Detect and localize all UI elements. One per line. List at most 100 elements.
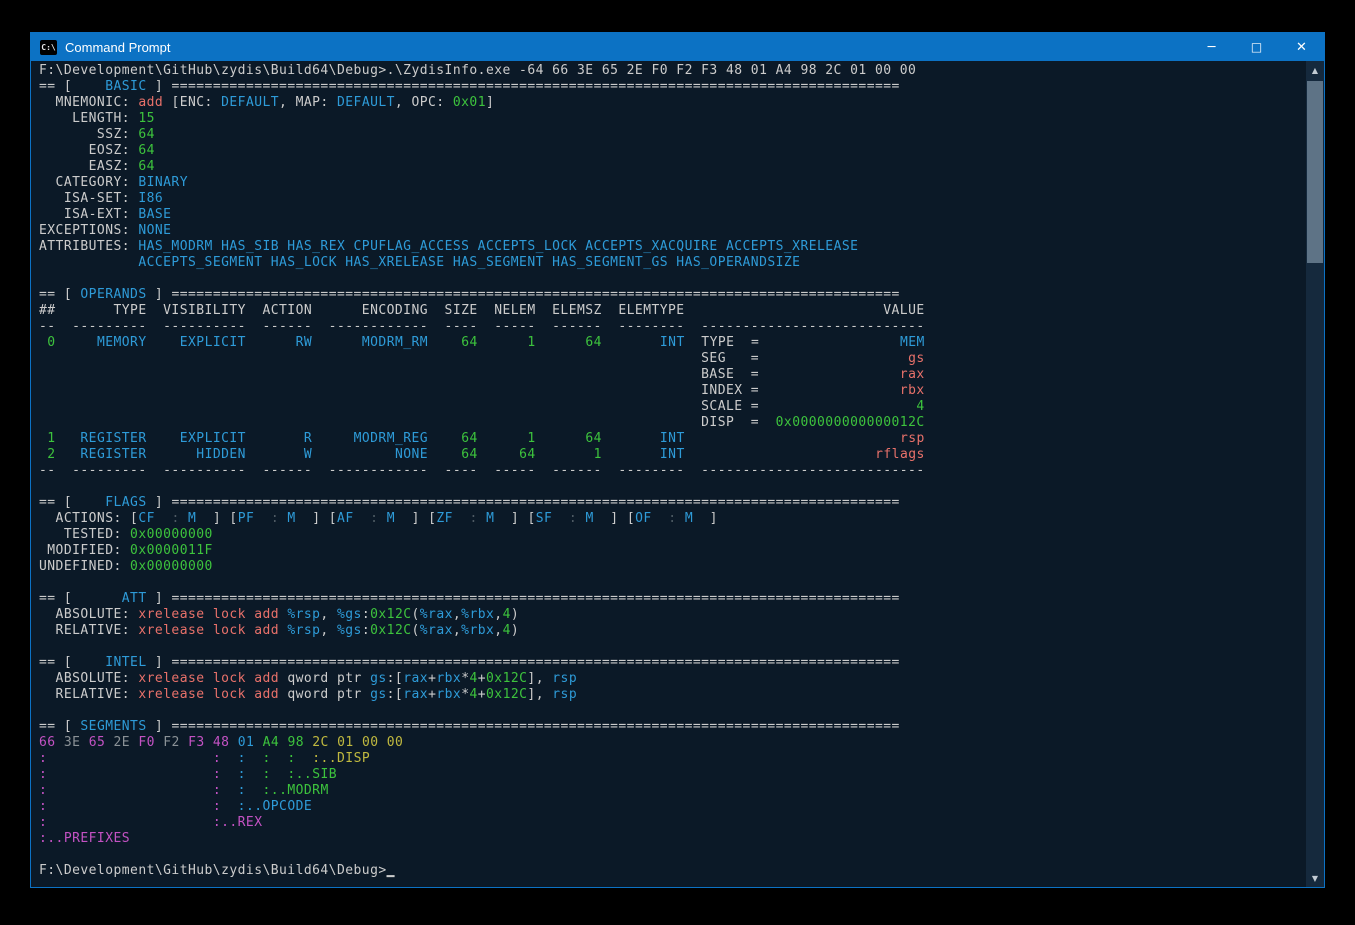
text-segment: M <box>287 511 295 526</box>
text-segment: == [ <box>39 655 80 670</box>
text-segment: BINARY <box>138 175 188 190</box>
text-segment: --------------------------- <box>701 463 924 478</box>
text-segment <box>47 767 213 782</box>
text-segment: rax <box>403 671 428 686</box>
text-segment: 1 <box>552 447 602 462</box>
text-segment: ] <box>147 287 172 302</box>
text-segment <box>254 511 271 526</box>
text-segment: DEFAULT <box>337 95 395 110</box>
text-segment: : <box>171 511 179 526</box>
text-segment: , <box>494 607 502 622</box>
text-segment: ZF <box>436 511 453 526</box>
console-client-area: F:\Development\GitHub\zydis\Build64\Debu… <box>31 61 1324 887</box>
text-segment: 48 <box>213 735 238 750</box>
text-segment: : <box>569 511 577 526</box>
console-line: ISA-SET: I86 <box>39 191 1306 207</box>
text-segment: [ <box>229 511 237 526</box>
text-segment <box>478 431 495 446</box>
text-segment: NONE <box>329 447 428 462</box>
text-segment: -- --------- ---------- ------ ---------… <box>39 463 701 478</box>
console-line: F:\Development\GitHub\zydis\Build64\Debu… <box>39 63 1306 79</box>
console-line: MODIFIED: 0x0000011F <box>39 543 1306 559</box>
text-segment: ) <box>511 607 519 622</box>
text-segment: INDEX = <box>701 383 759 398</box>
scroll-down-arrow-icon[interactable]: ▼ <box>1306 869 1324 887</box>
text-segment: ], <box>527 687 552 702</box>
console-output[interactable]: F:\Development\GitHub\zydis\Build64\Debu… <box>31 61 1306 887</box>
text-segment <box>759 351 908 366</box>
console-line: 2 REGISTER HIDDEN W NONE 64 64 1 INT rfl… <box>39 447 1306 463</box>
console-line: :..PREFIXES <box>39 831 1306 847</box>
text-segment: rax <box>900 367 925 382</box>
text-segment: qword ptr <box>287 687 370 702</box>
scrollbar-thumb[interactable] <box>1307 81 1323 263</box>
text-segment <box>39 415 701 430</box>
text-segment <box>147 447 164 462</box>
close-button[interactable]: ✕ <box>1279 33 1324 61</box>
text-segment <box>354 511 371 526</box>
text-segment: 1 <box>494 335 535 350</box>
console-line: ATTRIBUTES: HAS_MODRM HAS_SIB HAS_REX CP… <box>39 239 1306 255</box>
text-segment <box>221 783 238 798</box>
text-segment <box>56 431 73 446</box>
text-segment: UNDEFINED: <box>39 559 130 574</box>
console-line: -- --------- ---------- ------ ---------… <box>39 319 1306 335</box>
text-segment: == [ <box>39 287 80 302</box>
text-segment: 4 <box>503 623 511 638</box>
text-segment: : <box>362 607 370 622</box>
text-segment: add <box>138 95 163 110</box>
text-segment: == [ <box>39 79 80 94</box>
text-segment: -- --------- ---------- ------ ---------… <box>39 319 701 334</box>
text-segment: 0x00000000 <box>130 527 213 542</box>
text-segment: %rax <box>420 607 453 622</box>
console-line: : :..REX <box>39 815 1306 831</box>
text-segment: ATT <box>80 591 146 606</box>
text-segment <box>246 783 263 798</box>
text-segment: %rbx <box>461 607 494 622</box>
text-segment: + <box>478 671 486 686</box>
text-segment: rbx <box>436 671 461 686</box>
text-segment: VALUE <box>883 303 924 318</box>
text-segment: , <box>453 623 461 638</box>
text-segment: TESTED: <box>39 527 130 542</box>
scrollbar-track[interactable] <box>1306 79 1324 869</box>
text-segment: [ <box>329 511 337 526</box>
text-segment <box>155 511 172 526</box>
text-segment <box>677 511 685 526</box>
scroll-up-arrow-icon[interactable]: ▲ <box>1306 61 1324 79</box>
maximize-button[interactable]: □ <box>1234 33 1279 63</box>
text-segment: ) <box>511 623 519 638</box>
text-segment <box>478 447 495 462</box>
text-segment: %rsp <box>287 623 320 638</box>
text-segment: EASZ: <box>39 159 138 174</box>
titlebar[interactable]: C:\ Command Prompt ─ □ ✕ <box>31 33 1324 61</box>
text-segment: gs <box>908 351 925 366</box>
console-line: ## TYPE VISIBILITY ACTION ENCODING SIZE … <box>39 303 1306 319</box>
text-segment: %rsp <box>287 607 320 622</box>
text-segment <box>652 511 669 526</box>
text-segment: M <box>685 511 693 526</box>
text-segment: OPERANDS <box>80 287 146 302</box>
text-segment <box>536 335 553 350</box>
text-segment: ▁ <box>387 863 395 878</box>
window-title: Command Prompt <box>65 40 170 55</box>
minimize-button[interactable]: ─ <box>1189 33 1234 61</box>
text-segment: 0x01 <box>453 95 486 110</box>
text-segment: CATEGORY: <box>39 175 138 190</box>
text-segment: rsp <box>552 671 577 686</box>
text-segment: ISA-EXT: <box>39 207 138 222</box>
console-line: : : : :..MODRM <box>39 783 1306 799</box>
text-segment: ========================================… <box>171 79 899 94</box>
text-segment <box>536 431 553 446</box>
text-segment <box>478 511 486 526</box>
text-segment: :[ <box>387 671 404 686</box>
text-segment: ABSOLUTE: <box>39 607 138 622</box>
text-segment: ========================================… <box>171 287 899 302</box>
text-segment: ABSOLUTE: <box>39 671 138 686</box>
text-segment <box>39 367 701 382</box>
text-segment <box>47 783 213 798</box>
text-segment <box>759 367 900 382</box>
text-segment: %rbx <box>461 623 494 638</box>
text-segment: : <box>213 751 221 766</box>
text-segment <box>312 447 329 462</box>
